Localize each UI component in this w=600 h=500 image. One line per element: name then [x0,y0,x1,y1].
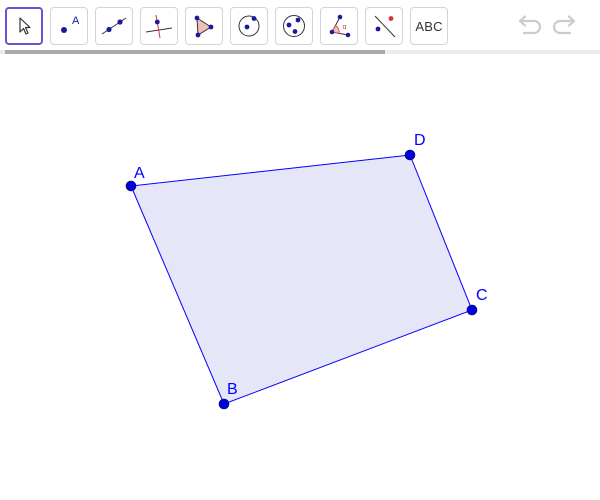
point-c[interactable]: C [466,287,488,316]
point-a-label: A [134,165,145,182]
toolbar: A α ABC [0,0,600,50]
point-d-dot[interactable] [404,149,416,161]
polygon-tool-button[interactable] [185,7,223,45]
undo-icon [518,15,542,35]
point-b-label: B [227,381,238,398]
angle-tool-button[interactable]: α [320,7,358,45]
reflect-about-line-icon [374,15,396,38]
redo-button[interactable] [551,12,581,40]
point-a-dot[interactable] [125,180,137,192]
redo-icon [552,15,576,35]
angle-icon: α [329,14,351,38]
point-c-dot[interactable] [466,304,478,316]
angle-tool-label: α [343,24,347,31]
graphics-view[interactable]: A B C D [0,54,600,500]
point-d[interactable]: D [404,132,426,161]
point-icon: A [61,15,80,33]
point-c-label: C [476,287,488,304]
perpendicular-line-tool-button[interactable] [140,7,178,45]
quadrilateral-polygon[interactable] [130,154,473,405]
circle-three-points-tool-button[interactable] [275,7,313,45]
perpendicular-line-icon [145,14,173,39]
reflect-tool-button[interactable] [365,7,403,45]
point-tool-label: A [72,15,80,27]
move-tool-button[interactable] [5,7,43,45]
circle-center-point-icon [238,15,260,37]
line-through-points-icon [101,17,127,35]
circle-three-points-icon [283,15,305,37]
polygon-icon [194,15,214,38]
point-b-dot[interactable] [218,398,230,410]
geogebra-app: A α ABC A B C D [0,0,600,500]
circle-tool-button[interactable] [230,7,268,45]
point-d-label: D [414,132,426,149]
undo-button[interactable] [513,12,543,40]
text-tool-button[interactable]: ABC [410,7,448,45]
cursor-arrow-icon [19,17,31,35]
point-tool-button[interactable]: A [50,7,88,45]
text-tool-label: ABC [415,18,443,34]
line-tool-button[interactable] [95,7,133,45]
